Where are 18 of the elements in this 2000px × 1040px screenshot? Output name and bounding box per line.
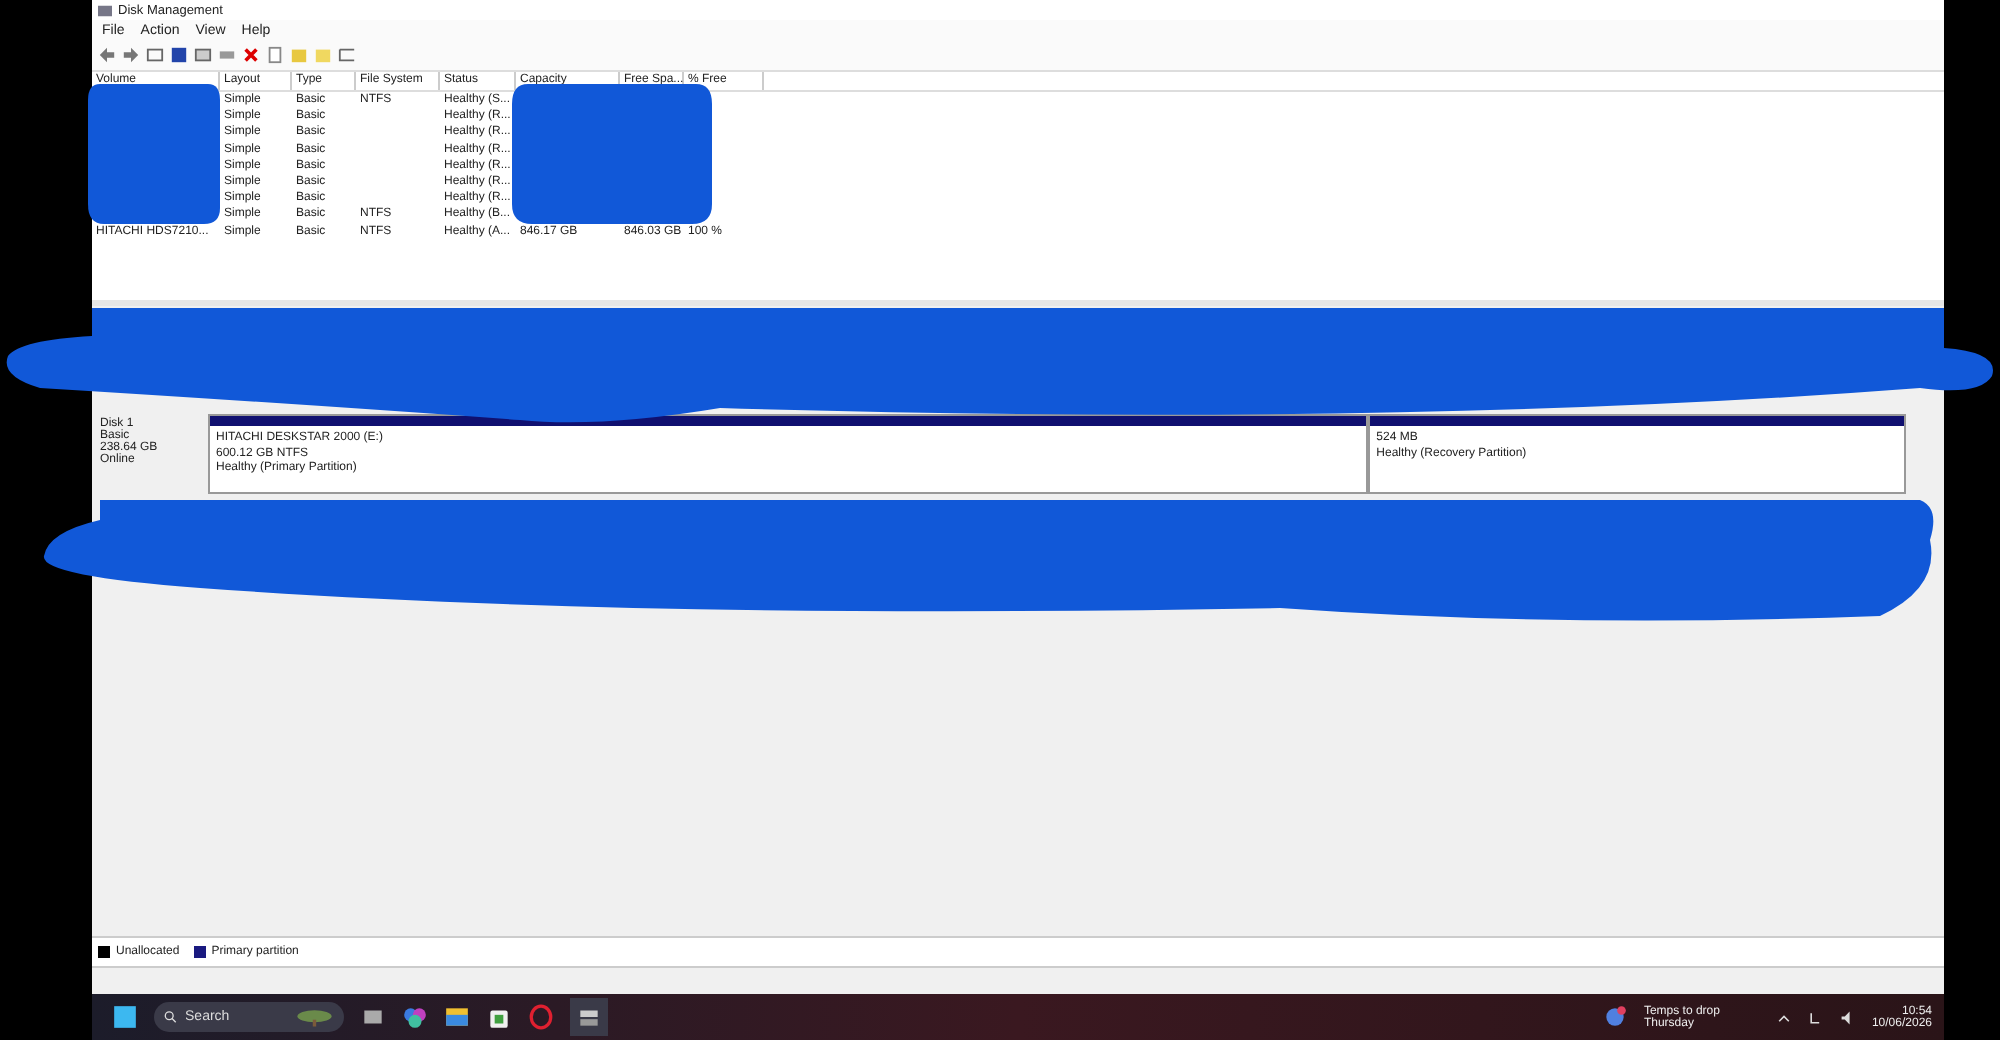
opera-icon[interactable] <box>528 1004 554 1030</box>
help-icon[interactable] <box>170 46 188 64</box>
back-icon[interactable] <box>98 46 116 64</box>
forward-icon[interactable] <box>122 46 140 64</box>
app-icon <box>98 3 112 17</box>
disk-management-icon[interactable] <box>570 998 608 1036</box>
speaker-icon[interactable] <box>1839 1009 1856 1025</box>
weather-icon[interactable] <box>1601 1004 1628 1030</box>
start-icon[interactable] <box>112 1004 138 1030</box>
delete-icon[interactable] <box>242 46 260 64</box>
redaction-scribble <box>88 84 220 224</box>
window-icon[interactable] <box>194 46 212 64</box>
window-icon[interactable] <box>146 46 164 64</box>
tree-icon <box>293 1007 334 1027</box>
colorful-app-icon[interactable] <box>402 1004 428 1030</box>
search-icon <box>164 1010 178 1024</box>
document-icon[interactable] <box>266 46 284 64</box>
folder-icon[interactable] <box>444 1004 470 1030</box>
